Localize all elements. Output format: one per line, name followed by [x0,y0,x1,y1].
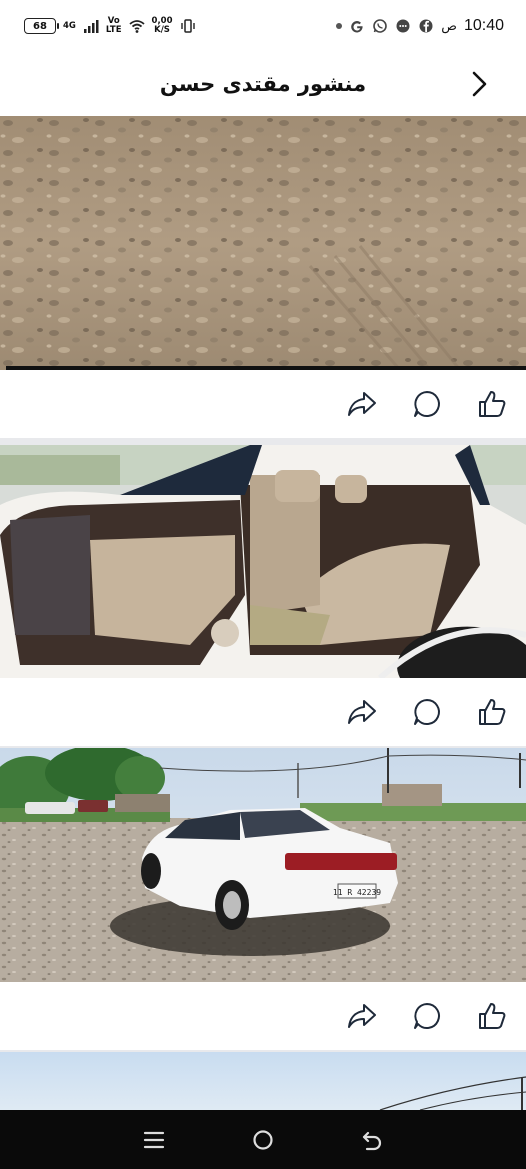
google-icon [351,21,363,33]
comment-icon[interactable] [410,999,444,1033]
volte-indicator: Vo LTE [106,17,122,35]
back-arrow-icon[interactable] [352,1120,392,1160]
page-header: منشور مقتدى حسن [0,52,526,116]
battery-icon: 68 [24,18,59,34]
comment-icon[interactable] [410,387,444,421]
share-icon[interactable] [345,999,379,1033]
like-icon[interactable] [475,695,509,729]
whatsapp-icon [373,19,388,33]
share-icon[interactable] [345,695,379,729]
status-bar: 68 4G Vo LTE 0,00 K/S ص 10:40 [0,0,526,52]
screen: 68 4G Vo LTE 0,00 K/S ص 10:40 منشور مقتد… [0,0,526,1169]
page-title: منشور مقتدى حسن [159,72,367,96]
home-circle-icon[interactable] [243,1120,283,1160]
sky-power-lines-photo[interactable] [0,1052,526,1110]
status-right: ص 10:40 [336,17,504,35]
post-card [0,445,526,746]
facebook-icon [419,19,433,33]
post-action-bar [0,370,526,438]
status-left: 68 4G Vo LTE 0,00 K/S [24,17,196,35]
notification-dot-icon [336,23,343,29]
speed-unit: K/S [154,25,170,35]
network-type: 4G [63,20,76,31]
system-nav-bar [0,1110,526,1169]
post-action-bar [0,982,526,1050]
post-card [0,1052,526,1110]
volte-bottom: LTE [105,25,122,35]
gravel-ground-photo[interactable] [0,116,526,370]
post-action-bar [0,678,526,746]
post-card [0,116,526,438]
am-pm-label: ص [441,18,457,34]
wifi-icon [128,20,145,33]
messenger-icon [396,19,410,33]
network-type-label: 4G [63,20,76,31]
like-icon[interactable] [475,387,509,421]
post-card: 11 R 42239 [0,748,526,1050]
battery-level: 68 [33,20,47,32]
share-icon[interactable] [345,387,379,421]
car-interior-rear-seat-photo[interactable] [0,445,526,678]
like-icon[interactable] [475,999,509,1033]
license-plate: 11 R 42239 [333,888,381,897]
menu-lines-icon[interactable] [134,1120,174,1160]
white-sedan-on-gravel-lot-photo[interactable]: 11 R 42239 [0,748,526,982]
chevron-right-icon[interactable] [466,70,492,98]
data-speed: 0,00 K/S [152,17,173,35]
signal-icon [83,20,99,33]
vibrate-icon [180,19,195,33]
comment-icon[interactable] [410,695,444,729]
clock-time: 10:40 [463,17,504,34]
